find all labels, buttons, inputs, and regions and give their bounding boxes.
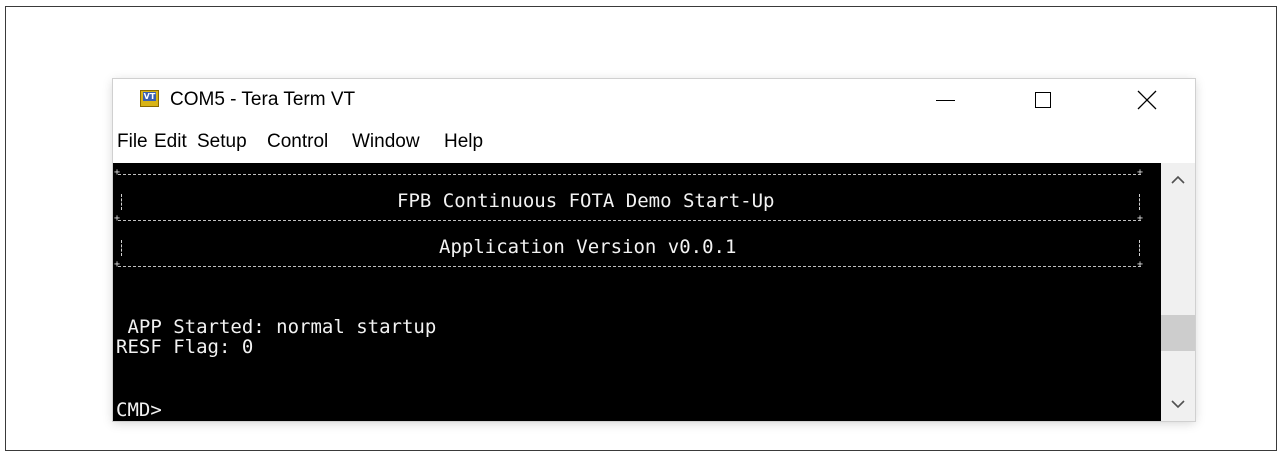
banner-border-right: [1139, 194, 1140, 210]
banner-border-left: [121, 240, 122, 256]
terminal-screen[interactable]: + + FPB Continuous FOTA Demo Start-Up + …: [113, 163, 1161, 421]
close-icon: [1137, 90, 1157, 110]
title-bar[interactable]: VT COM5 - Tera Term VT: [113, 79, 1195, 121]
scroll-up-button[interactable]: [1161, 163, 1195, 197]
border-corner: +: [1137, 213, 1144, 224]
menu-help[interactable]: Help: [444, 131, 483, 153]
scroll-down-button[interactable]: [1161, 387, 1195, 421]
maximize-icon: [1035, 92, 1051, 108]
banner-title: FPB Continuous FOTA Demo Start-Up: [397, 190, 775, 212]
menu-bar: File Edit Setup Control Window Help: [113, 126, 1195, 158]
border-corner: +: [114, 213, 121, 224]
minimize-icon: [935, 99, 955, 101]
window-title: COM5 - Tera Term VT: [170, 89, 356, 110]
app-icon-label: VT: [143, 92, 156, 101]
banner-border-middle: [118, 220, 1141, 221]
minimize-button[interactable]: [915, 79, 975, 121]
command-prompt: CMD>: [116, 399, 162, 421]
banner-border-right: [1139, 240, 1140, 256]
resf-flag-line: RESF Flag: 0: [116, 336, 254, 358]
menu-file[interactable]: File: [117, 131, 148, 153]
menu-control[interactable]: Control: [267, 131, 328, 153]
border-corner: +: [114, 167, 121, 178]
banner-border-left: [121, 194, 122, 210]
menu-setup[interactable]: Setup: [197, 131, 247, 153]
border-corner: +: [1137, 167, 1144, 178]
banner-border-bottom: [118, 266, 1141, 267]
close-button[interactable]: [1117, 79, 1177, 121]
menu-edit[interactable]: Edit: [154, 131, 187, 153]
banner-border-top: [118, 174, 1141, 175]
menu-window[interactable]: Window: [352, 131, 420, 153]
border-corner: +: [1137, 259, 1144, 270]
tera-term-window: VT COM5 - Tera Term VT File Edit Setup C…: [113, 79, 1195, 421]
scroll-thumb[interactable]: [1161, 315, 1195, 351]
vertical-scrollbar[interactable]: [1161, 163, 1195, 421]
border-corner: +: [114, 259, 121, 270]
app-started-line: APP Started: normal startup: [116, 316, 437, 338]
banner-version: Application Version v0.0.1: [439, 236, 737, 258]
chevron-down-icon: [1171, 400, 1185, 409]
maximize-button[interactable]: [1013, 79, 1073, 121]
chevron-up-icon: [1171, 175, 1185, 184]
app-icon[interactable]: VT: [140, 90, 159, 107]
